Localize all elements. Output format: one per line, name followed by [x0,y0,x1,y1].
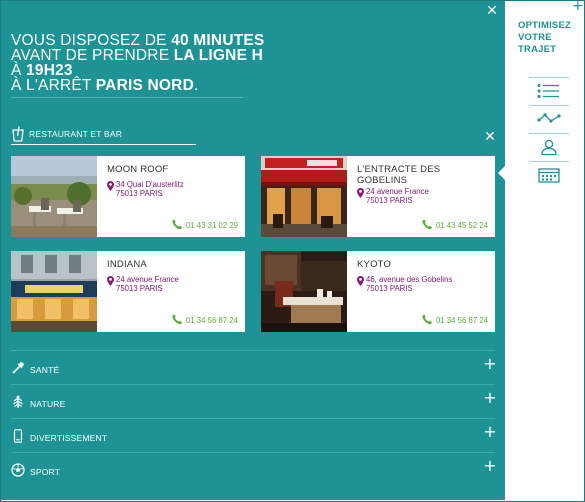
place-card-moon-roof[interactable]: MOON ROOF 34 Quai D'austerlitz 75013 PAR… [11,156,245,237]
place-card-entracte[interactable]: L'ENTRACTE DES GOBELINS 24 avenue France… [261,156,495,237]
sidebar-title: OPTIMISEZ VOTRE TRAJET [518,20,571,55]
place-photo [11,251,97,332]
sidebar-nav-user[interactable] [529,133,569,159]
category-header: RESTAURANT ET BAR [11,125,196,145]
phone-icon [172,219,182,230]
place-phone[interactable]: 01 34 56 87 24 [172,314,238,325]
cup-icon [12,126,24,142]
sidebar-nav-calendar[interactable] [529,161,569,187]
map-pin-icon [357,188,364,198]
tree-icon [13,395,23,408]
map-pin-icon [357,276,364,286]
place-name[interactable]: L'ENTRACTE DES GOBELINS [357,164,492,186]
accordion-sport[interactable]: SPORT + [11,452,497,486]
place-phone[interactable]: 01 43 45 52 24 [422,219,488,230]
place-photo [261,251,347,332]
place-photo [261,156,347,237]
accordion-sante[interactable]: SANTÉ + [11,350,497,384]
place-address: 46, avenue des Gobelins 75013 PARIS [357,275,452,293]
place-photo [11,156,97,237]
expand-plus-icon[interactable]: + [483,424,497,440]
accordion-label: DIVERTISSEMENT [30,433,108,443]
main-panel: ✕ VOUS DISPOSEZ DE 40 MINUTES AVANT DE P… [1,1,505,500]
headline-divider [11,97,243,98]
place-name[interactable]: MOON ROOF [107,164,242,175]
place-card-indiana[interactable]: INDIANA 24 avenue France 75013 PARIS 01 … [11,251,245,332]
headline: VOUS DISPOSEZ DE 40 MINUTES AVANT DE PRE… [11,32,311,94]
headline-line-2: AVANT DE PRENDRE LA LIGNE H [11,47,264,64]
place-address: 34 Quai D'austerlitz 75013 PARIS [107,180,184,198]
calendar-icon [538,168,560,183]
accordion-nature[interactable]: NATURE + [11,384,497,418]
sidebar-nav-list[interactable] [529,77,569,103]
dropper-icon [12,362,24,374]
expand-plus-icon[interactable]: + [483,356,497,372]
phone-device-icon [13,429,23,443]
place-address: 24 avenue France 75013 PARIS [357,187,429,205]
category-label: RESTAURANT ET BAR [29,129,123,139]
phone-icon [422,314,432,325]
place-name[interactable]: KYOTO [357,259,492,270]
list-icon [537,84,559,98]
user-icon [541,139,557,155]
close-panel-icon[interactable]: ✕ [485,4,499,18]
accordion-divertissement[interactable]: DIVERTISSEMENT + [11,418,497,452]
phone-icon [172,314,182,325]
sidebar-plus-icon[interactable]: + [572,0,584,13]
place-address: 24 avenue France 75013 PARIS [107,275,179,293]
sidebar: + OPTIMISEZ VOTRE TRAJET [498,0,584,500]
map-pin-icon [107,276,114,286]
expand-plus-icon[interactable]: + [483,390,497,406]
place-card-kyoto[interactable]: KYOTO 46, avenue des Gobelins 75013 PARI… [261,251,495,332]
sidebar-pointer [498,166,505,180]
accordion-label: SPORT [30,467,61,477]
headline-line-3: À 19H23 [11,62,73,79]
accordion-label: SANTÉ [30,365,60,375]
headline-line-1: VOUS DISPOSEZ DE 40 MINUTES [11,32,265,49]
close-category-icon[interactable]: ✕ [483,130,497,144]
ball-icon [11,463,25,477]
accordion-label: NATURE [30,399,66,409]
sidebar-nav-route[interactable] [529,105,569,131]
route-icon [537,113,561,123]
headline-line-4: À L'ARRÊT PARIS NORD. [11,77,199,94]
place-phone[interactable]: 01 34 56 87 24 [422,314,488,325]
phone-icon [422,219,432,230]
map-pin-icon [107,181,114,191]
place-name[interactable]: INDIANA [107,259,242,270]
expand-plus-icon[interactable]: + [483,458,497,474]
place-phone[interactable]: 01 43 31 02 29 [172,219,238,230]
